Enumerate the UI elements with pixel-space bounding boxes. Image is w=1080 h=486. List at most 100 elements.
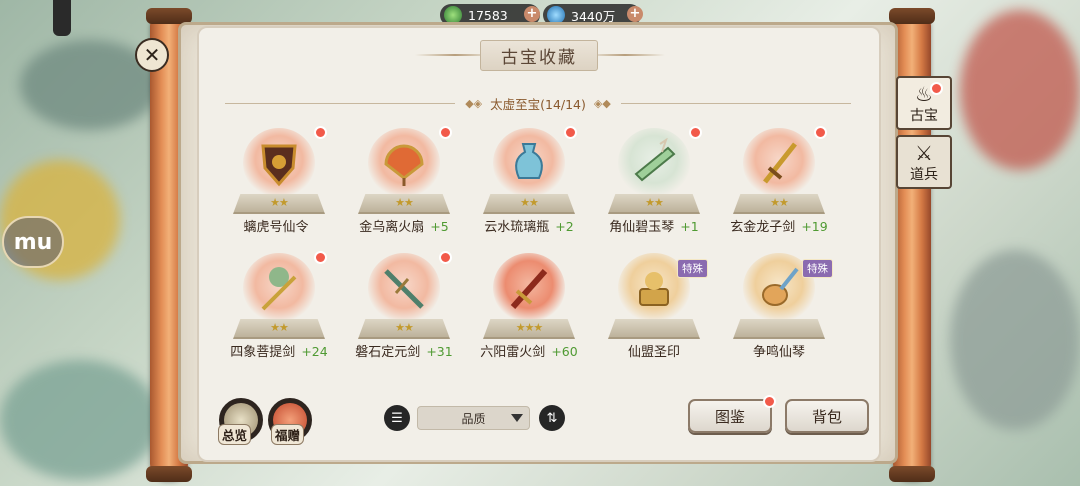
gift-label: 福赠 [271, 424, 305, 445]
tab-relics[interactable]: ♨ 古宝 [896, 76, 952, 130]
relic-stars: ★★ [395, 196, 414, 209]
notification-dot [439, 126, 452, 139]
relic-name: 磐石定元剑 [355, 345, 421, 360]
relic-name: 六阳雷火剑 [480, 345, 546, 360]
relic-stars: ★★ [520, 196, 539, 209]
relic-name-row: 云水琉璃瓶 +2 [475, 216, 583, 235]
section-title: 太虚至宝(14/14) [490, 96, 586, 112]
notification-dot [814, 126, 827, 139]
relic-stars: ★★ [770, 196, 789, 209]
section-line-left [225, 102, 456, 104]
title-bar: 古宝收藏 [430, 39, 648, 71]
weapon-icon: ⚔ [915, 141, 933, 165]
relic-plus: +5 [430, 219, 449, 234]
relic-name: 角仙碧玉琴 [609, 220, 675, 235]
relic-stars: ★★ [270, 321, 289, 334]
tab-weapons-label: 道兵 [910, 167, 938, 183]
vase-relic-icon [515, 143, 543, 179]
relic-item[interactable]: ★★ 玄金龙子剑 +19 [725, 120, 833, 242]
jade-add-button[interactable]: + [524, 6, 540, 22]
notification-dot [564, 126, 577, 139]
relic-name-row: 角仙碧玉琴 +1 [600, 216, 708, 235]
shield-relic-icon [261, 144, 297, 187]
fan-relic-icon [384, 144, 424, 186]
relic-item[interactable]: ★★★ 六阳雷火剑 +60 [475, 245, 583, 367]
lute-relic-icon [762, 267, 799, 306]
relic-name: 云水琉璃瓶 [484, 220, 550, 235]
relic-item[interactable]: ★★ 角仙碧玉琴 +1 [600, 120, 708, 242]
relic-plus: +19 [801, 219, 828, 234]
relic-name: 争鸣仙琴 [752, 345, 805, 360]
relic-name: 仙盟圣印 [627, 345, 680, 360]
background-building [0, 360, 160, 480]
relic-plus: +31 [426, 344, 453, 359]
filter-list-icon[interactable]: ☰ [384, 405, 410, 431]
relic-item[interactable]: ★★ 云水琉璃瓶 +2 [475, 120, 583, 242]
relic-item[interactable]: ★★ 金乌离火扇 +5 [350, 120, 458, 242]
jade-value: 17583 [468, 7, 508, 23]
chevron-down-icon [511, 414, 523, 422]
relic-name: 玄金龙子剑 [730, 220, 796, 235]
page-title: 古宝收藏 [480, 39, 598, 71]
background-house [950, 250, 1080, 430]
relic-stars: ★★ [270, 196, 289, 209]
stone-sword-relic-icon [384, 269, 424, 309]
relic-name-row: 争鸣仙琴 [725, 341, 833, 360]
catalog-notification-dot [763, 395, 776, 408]
spirit-add-button[interactable]: + [627, 6, 643, 22]
sort-order-toggle-icon[interactable]: ⇅ [539, 405, 565, 431]
notification-dot [439, 251, 452, 264]
overview-label: 总览 [218, 424, 252, 445]
relic-name: 螭虎号仙令 [243, 220, 309, 235]
relic-name-row: 螭虎号仙令 [225, 216, 333, 235]
catalog-button[interactable]: 图鉴 [688, 399, 772, 433]
ornament-right-icon: ◈◆ [593, 96, 611, 110]
bag-button[interactable]: 背包 [785, 399, 869, 433]
relic-plus: +2 [555, 219, 574, 234]
sort-value: 品质 [461, 411, 486, 426]
special-tag: 特殊 [677, 259, 708, 278]
relic-stars: ★★ [395, 321, 414, 334]
bodhi-sword-relic-icon [261, 267, 297, 311]
special-tag: 特殊 [802, 259, 833, 278]
pedestal [733, 319, 825, 339]
notification-dot [314, 126, 327, 139]
notification-dot [689, 126, 702, 139]
relic-item[interactable]: 特殊 仙盟圣印 [600, 245, 708, 367]
relic-plus: +24 [301, 344, 328, 359]
relic-stars: ★★★ [515, 321, 544, 334]
mu-floating-button[interactable]: mu [2, 216, 64, 268]
pedestal [608, 319, 700, 339]
golden-sword-relic-icon [763, 142, 797, 184]
relic-item[interactable]: 特殊 争鸣仙琴 [725, 245, 833, 367]
section-line-right [620, 102, 851, 104]
tab-relics-label: 古宝 [910, 108, 938, 124]
sort-dropdown[interactable]: 品质 [417, 406, 530, 430]
relic-stars: ★★ [645, 196, 664, 209]
tab-relics-notification-dot [930, 82, 943, 95]
close-button[interactable]: ✕ [135, 38, 169, 72]
tab-weapons[interactable]: ⚔ 道兵 [896, 135, 952, 189]
fire-sword-relic-icon [510, 269, 548, 309]
relic-name-row: 六阳雷火剑 +60 [475, 341, 583, 360]
relic-item[interactable]: ★★ 磐石定元剑 +31 [350, 245, 458, 367]
relic-name-row: 玄金龙子剑 +19 [725, 216, 833, 235]
mu-badge-text: mu [13, 229, 53, 255]
section-heading: ◆◈ 太虚至宝(14/14) ◈◆ [215, 92, 861, 114]
catalog-label: 图鉴 [714, 407, 745, 426]
relic-name: 金乌离火扇 [359, 220, 425, 235]
relic-name: 四象菩提剑 [230, 345, 296, 360]
relic-name-row: 仙盟圣印 [600, 341, 708, 360]
notification-dot [314, 251, 327, 264]
relic-item[interactable]: ★★ 四象菩提剑 +24 [225, 245, 333, 367]
bag-label: 背包 [811, 407, 842, 426]
zither-relic-icon [634, 138, 676, 182]
seal-relic-icon [639, 272, 669, 306]
background-tree-red [960, 10, 1080, 170]
relic-plus: +60 [551, 344, 578, 359]
relic-item[interactable]: ★★ 螭虎号仙令 [225, 120, 333, 242]
ornament-left-icon: ◆◈ [465, 96, 483, 110]
top-left-marker[interactable] [53, 0, 71, 36]
relic-name-row: 磐石定元剑 +31 [350, 341, 458, 360]
relic-name-row: 金乌离火扇 +5 [350, 216, 458, 235]
